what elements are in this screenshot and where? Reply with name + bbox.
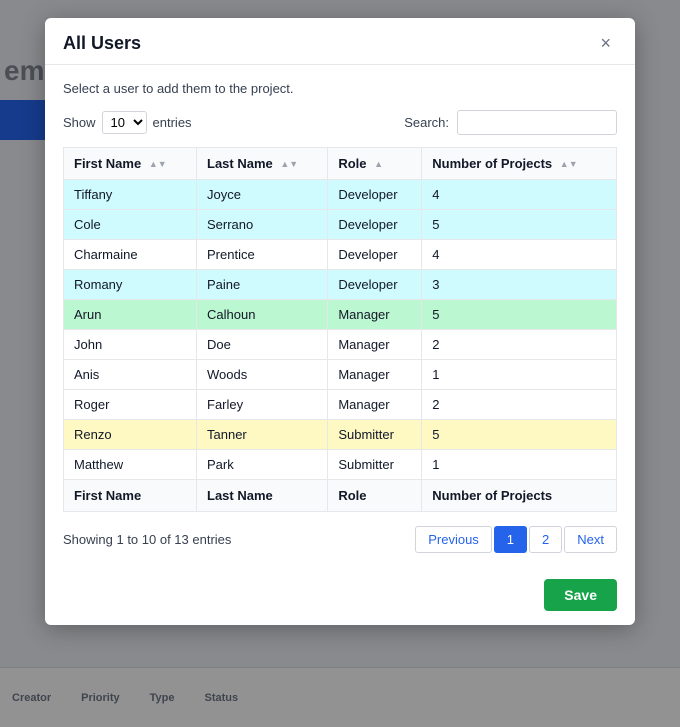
cell-projects: 5 (422, 300, 617, 330)
cell-first-name: Arun (64, 300, 197, 330)
footer-projects: Number of Projects (422, 480, 617, 512)
cell-last-name: Park (197, 450, 328, 480)
modal-body: Select a user to add them to the project… (45, 65, 635, 569)
search-input[interactable] (457, 110, 617, 135)
cell-projects: 4 (422, 240, 617, 270)
cell-last-name: Farley (197, 390, 328, 420)
show-entries-control: Show 10 25 50 entries (63, 111, 192, 134)
cell-last-name: Prentice (197, 240, 328, 270)
cell-role: Developer (328, 240, 422, 270)
sort-icon-role: ▲ (374, 160, 383, 169)
next-button[interactable]: Next (564, 526, 617, 553)
modal-header: All Users × (45, 18, 635, 65)
cell-first-name: Matthew (64, 450, 197, 480)
table-row[interactable]: Cole Serrano Developer 5 (64, 210, 617, 240)
cell-projects: 1 (422, 450, 617, 480)
table-row[interactable]: Matthew Park Submitter 1 (64, 450, 617, 480)
modal-close-button[interactable]: × (594, 32, 617, 54)
table-row[interactable]: Tiffany Joyce Developer 4 (64, 180, 617, 210)
cell-first-name: Charmaine (64, 240, 197, 270)
modal-subtitle: Select a user to add them to the project… (63, 81, 617, 96)
cell-role: Manager (328, 300, 422, 330)
sort-icon-last: ▲▼ (280, 160, 298, 169)
cell-projects: 5 (422, 420, 617, 450)
table-row[interactable]: Romany Paine Developer 3 (64, 270, 617, 300)
previous-button[interactable]: Previous (415, 526, 492, 553)
cell-last-name: Doe (197, 330, 328, 360)
search-control: Search: (404, 110, 617, 135)
search-label: Search: (404, 115, 449, 130)
cell-role: Submitter (328, 420, 422, 450)
col-projects: Number of Projects ▲▼ (422, 148, 617, 180)
table-row[interactable]: John Doe Manager 2 (64, 330, 617, 360)
col-role: Role ▲ (328, 148, 422, 180)
cell-projects: 3 (422, 270, 617, 300)
entries-label: entries (153, 115, 192, 130)
cell-first-name: John (64, 330, 197, 360)
page-1-button[interactable]: 1 (494, 526, 527, 553)
cell-first-name: Anis (64, 360, 197, 390)
table-header-row: First Name ▲▼ Last Name ▲▼ Role ▲ Numb (64, 148, 617, 180)
col-last-name: Last Name ▲▼ (197, 148, 328, 180)
save-button[interactable]: Save (544, 579, 617, 611)
cell-last-name: Calhoun (197, 300, 328, 330)
cell-role: Manager (328, 390, 422, 420)
cell-projects: 2 (422, 390, 617, 420)
cell-first-name: Romany (64, 270, 197, 300)
cell-role: Developer (328, 180, 422, 210)
cell-last-name: Tanner (197, 420, 328, 450)
cell-first-name: Roger (64, 390, 197, 420)
entries-select[interactable]: 10 25 50 (102, 111, 147, 134)
cell-role: Manager (328, 360, 422, 390)
table-row[interactable]: Arun Calhoun Manager 5 (64, 300, 617, 330)
footer-role: Role (328, 480, 422, 512)
cell-projects: 5 (422, 210, 617, 240)
footer-last-name: Last Name (197, 480, 328, 512)
cell-last-name: Paine (197, 270, 328, 300)
show-label: Show (63, 115, 96, 130)
pagination-row: Showing 1 to 10 of 13 entries Previous 1… (63, 526, 617, 553)
modal-overlay: All Users × Select a user to add them to… (0, 0, 680, 727)
cell-projects: 2 (422, 330, 617, 360)
table-body: Tiffany Joyce Developer 4 Cole Serrano D… (64, 180, 617, 480)
showing-text: Showing 1 to 10 of 13 entries (63, 532, 231, 547)
save-area: Save (45, 569, 635, 625)
page-2-button[interactable]: 2 (529, 526, 562, 553)
cell-last-name: Serrano (197, 210, 328, 240)
col-first-name: First Name ▲▼ (64, 148, 197, 180)
sort-icon-first: ▲▼ (149, 160, 167, 169)
cell-role: Submitter (328, 450, 422, 480)
cell-first-name: Cole (64, 210, 197, 240)
cell-first-name: Renzo (64, 420, 197, 450)
pagination-buttons: Previous 1 2 Next (415, 526, 617, 553)
cell-role: Developer (328, 270, 422, 300)
all-users-modal: All Users × Select a user to add them to… (45, 18, 635, 625)
table-row[interactable]: Anis Woods Manager 1 (64, 360, 617, 390)
footer-first-name: First Name (64, 480, 197, 512)
table-footer-row: First Name Last Name Role Number of Proj… (64, 480, 617, 512)
modal-title: All Users (63, 33, 141, 54)
users-table: First Name ▲▼ Last Name ▲▼ Role ▲ Numb (63, 147, 617, 512)
table-controls: Show 10 25 50 entries Search: (63, 110, 617, 135)
table-row[interactable]: Renzo Tanner Submitter 5 (64, 420, 617, 450)
cell-role: Manager (328, 330, 422, 360)
table-row[interactable]: Roger Farley Manager 2 (64, 390, 617, 420)
cell-first-name: Tiffany (64, 180, 197, 210)
cell-projects: 1 (422, 360, 617, 390)
cell-last-name: Joyce (197, 180, 328, 210)
sort-icon-projects: ▲▼ (560, 160, 578, 169)
cell-last-name: Woods (197, 360, 328, 390)
cell-projects: 4 (422, 180, 617, 210)
table-row[interactable]: Charmaine Prentice Developer 4 (64, 240, 617, 270)
cell-role: Developer (328, 210, 422, 240)
